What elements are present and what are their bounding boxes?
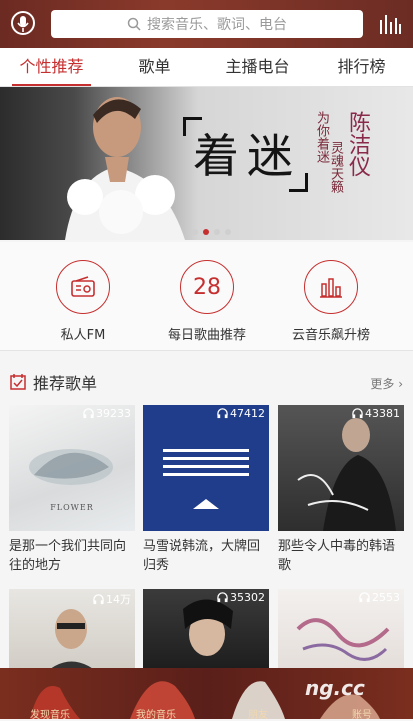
playlist-cover: 35302 <box>143 589 269 679</box>
rising-chart-entry[interactable]: 云音乐飙升榜 <box>276 260 386 343</box>
play-count: 35302 <box>217 591 265 604</box>
cover-art <box>163 449 249 509</box>
playlist-card[interactable]: 2553 <box>278 589 404 679</box>
playlist-card[interactable]: 43381 那些令人中毒的韩语歌 <box>278 405 404 575</box>
play-count: 14万 <box>93 591 131 607</box>
search-icon <box>127 17 141 31</box>
pager-dot[interactable] <box>214 229 220 235</box>
cover-art <box>29 449 113 485</box>
playlist-cover: 47412 <box>143 405 269 531</box>
banner-artist-photo <box>65 97 185 240</box>
recommended-playlists-header: 推荐歌单 更多 › <box>0 366 413 396</box>
play-count-value: 2553 <box>372 591 400 604</box>
play-count: 2553 <box>359 591 400 604</box>
radio-icon <box>56 260 110 314</box>
play-count-value: 14万 <box>106 593 131 606</box>
daily-recommend-entry[interactable]: 28 每日歌曲推荐 <box>152 260 262 343</box>
pager-dot[interactable] <box>225 229 231 235</box>
playlist-title: 那些令人中毒的韩语歌 <box>278 539 396 573</box>
headphones-icon <box>359 592 370 603</box>
play-count: 39233 <box>83 407 131 420</box>
banner-bracket-close <box>289 173 308 192</box>
headphones-icon <box>83 408 94 419</box>
headphones-icon <box>217 408 228 419</box>
playlist-card[interactable]: 47412 马雪说韩流，大牌回归秀 <box>143 405 269 575</box>
more-label: 更多 <box>370 377 395 391</box>
pager-dot[interactable] <box>192 229 198 235</box>
headphones-icon <box>93 593 104 604</box>
rising-chart-label: 云音乐飙升榜 <box>291 328 370 343</box>
private-fm-entry[interactable]: 私人FM <box>28 260 138 343</box>
cover-text: FLOWER <box>50 503 94 512</box>
play-count: 43381 <box>352 407 400 420</box>
tab-charts[interactable]: 排行榜 <box>310 48 413 86</box>
search-input[interactable]: 搜索音乐、歌词、电台 <box>51 10 363 38</box>
private-fm-label: 私人FM <box>60 328 106 343</box>
pager-dot-active[interactable] <box>203 229 209 235</box>
search-placeholder: 搜索音乐、歌词、电台 <box>147 17 287 33</box>
playlist-cover: FLOWER 39233 <box>9 405 135 531</box>
headphones-icon <box>217 592 228 603</box>
tab-radio[interactable]: 主播电台 <box>206 48 309 86</box>
chevron-right-icon: › <box>398 377 403 391</box>
watermark: ng.cc <box>305 676 365 700</box>
calendar-icon <box>10 374 26 390</box>
tab-bar: 个性推荐 歌单 主播电台 排行榜 <box>0 48 413 87</box>
banner[interactable]: 着迷 为你着迷 灵魂天籁 陈洁仪 <box>0 87 413 240</box>
play-count: 47412 <box>217 407 265 420</box>
headphones-icon <box>352 408 363 419</box>
play-count-value: 43381 <box>365 407 400 420</box>
quick-entries: 私人FM 28 每日歌曲推荐 云音乐飙升榜 <box>0 242 413 351</box>
equalizer-icon[interactable] <box>378 12 402 36</box>
daily-date-number: 28 <box>180 260 234 314</box>
play-count-value: 35302 <box>230 591 265 604</box>
playlist-cover: 14万 <box>9 589 135 679</box>
playlist-title: 是那一个我们共同向往的地方 <box>9 539 127 573</box>
tab-recommend[interactable]: 个性推荐 <box>0 48 103 86</box>
banner-title: 着迷 <box>193 129 301 183</box>
mic-icon[interactable] <box>10 10 36 38</box>
playlist-card[interactable]: 14万 <box>9 589 135 679</box>
playlist-cover: 43381 <box>278 405 404 531</box>
playlist-card[interactable]: 35302 <box>143 589 269 679</box>
playlist-title: 马雪说韩流，大牌回归秀 <box>143 539 261 573</box>
tab-playlists[interactable]: 歌单 <box>103 48 206 86</box>
section-title: 推荐歌单 <box>33 374 98 393</box>
top-bar: 搜索音乐、歌词、电台 <box>0 0 413 48</box>
cover-art <box>297 418 396 531</box>
banner-artist-name: 陈洁仪 <box>345 111 370 177</box>
playlist-cover: 2553 <box>278 589 404 679</box>
bar-chart-icon <box>304 260 358 314</box>
daily-recommend-label: 每日歌曲推荐 <box>167 328 246 343</box>
more-link[interactable]: 更多 › <box>370 375 403 392</box>
play-count-value: 39233 <box>96 407 131 420</box>
play-count-value: 47412 <box>230 407 265 420</box>
banner-pager <box>192 229 231 235</box>
playlist-card[interactable]: FLOWER 39233 是那一个我们共同向往的地方 <box>9 405 135 575</box>
